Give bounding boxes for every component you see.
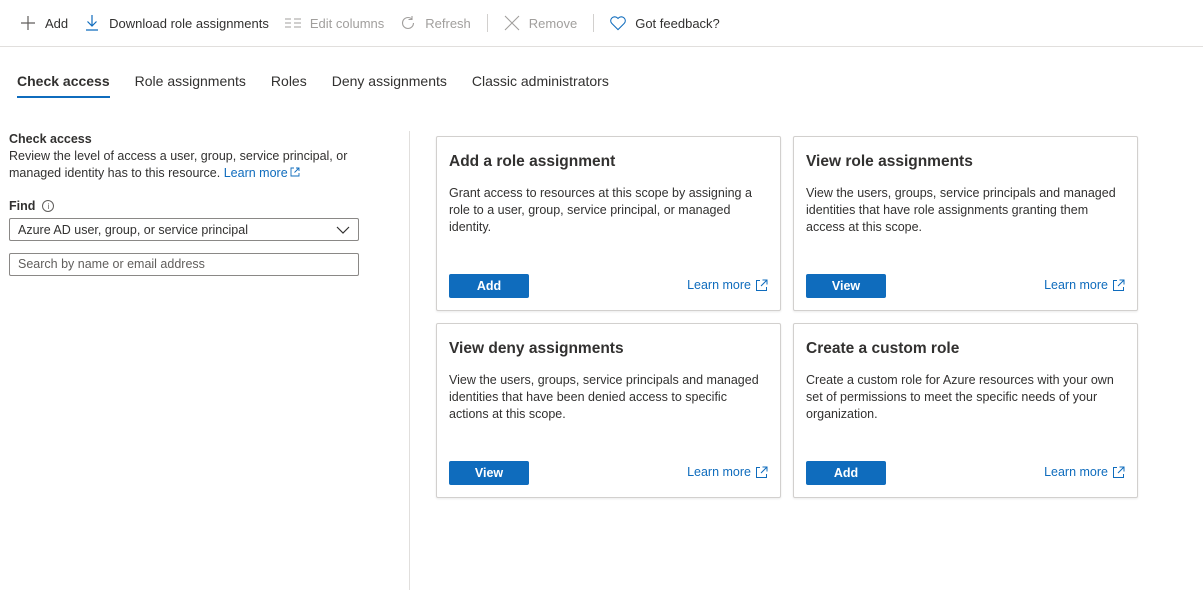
card-title: Add a role assignment (449, 153, 616, 170)
download-role-assignments-button[interactable]: Download role assignments (84, 8, 269, 38)
external-link-icon (1113, 466, 1125, 478)
feedback-label: Got feedback? (635, 15, 720, 31)
remove-button[interactable]: Remove (504, 8, 577, 38)
learn-more-link[interactable]: Learn more (224, 166, 300, 180)
card-title: View deny assignments (449, 340, 624, 357)
find-type-value: Azure AD user, group, or service princip… (18, 222, 248, 237)
refresh-label: Refresh (425, 15, 471, 31)
card-description: View the users, groups, service principa… (449, 373, 759, 421)
refresh-icon (400, 15, 416, 31)
edit-columns-button[interactable]: Edit columns (284, 8, 385, 38)
card-description: Create a custom role for Azure resources… (806, 373, 1114, 421)
card-title: Create a custom role (806, 340, 960, 357)
external-link-icon (756, 279, 768, 291)
learn-more-label: Learn more (687, 465, 751, 479)
learn-more-link[interactable]: Learn more (687, 278, 768, 292)
find-type-dropdown[interactable]: Azure AD user, group, or service princip… (9, 218, 359, 241)
check-access-description: Review the level of access a user, group… (9, 148, 359, 182)
tab-check-access[interactable]: Check access (17, 64, 110, 98)
chevron-down-icon (336, 226, 350, 234)
external-link-icon (290, 167, 300, 177)
tab-roles[interactable]: Roles (271, 64, 307, 98)
view-role-assignments-button[interactable]: View (806, 274, 886, 298)
check-access-panel: Check access Review the level of access … (9, 132, 359, 276)
toolbar-divider (593, 14, 595, 32)
close-icon (504, 15, 520, 31)
edit-columns-label: Edit columns (309, 15, 385, 31)
view-deny-assignments-button[interactable]: View (449, 461, 529, 485)
find-row: Find i (9, 199, 359, 213)
panel-divider (409, 131, 410, 590)
learn-more-link[interactable]: Learn more (687, 465, 768, 479)
card-view-role-assignments: View role assignments View the users, gr… (793, 136, 1138, 311)
command-bar: Add Download role assignments Edit colum… (0, 0, 1203, 47)
external-link-icon (756, 466, 768, 478)
plus-icon (20, 15, 36, 31)
remove-label: Remove (528, 15, 578, 31)
card-view-deny-assignments: View deny assignments View the users, gr… (436, 323, 781, 498)
edit-columns-icon (284, 15, 301, 31)
learn-more-link[interactable]: Learn more (1044, 465, 1125, 479)
toolbar-divider (486, 14, 488, 32)
tab-role-assignments[interactable]: Role assignments (135, 64, 246, 98)
feedback-button[interactable]: Got feedback? (610, 8, 720, 38)
tab-deny-assignments[interactable]: Deny assignments (332, 64, 447, 98)
learn-more-label: Learn more (1044, 278, 1108, 292)
learn-more-label: Learn more (1044, 465, 1108, 479)
card-create-custom-role: Create a custom role Create a custom rol… (793, 323, 1138, 498)
refresh-button[interactable]: Refresh (400, 8, 471, 38)
card-description: View the users, groups, service principa… (806, 186, 1116, 234)
heart-icon (610, 15, 627, 31)
find-label: Find (9, 199, 36, 213)
info-icon[interactable]: i (42, 200, 55, 212)
search-input[interactable]: Search by name or email address (9, 253, 359, 276)
download-icon (84, 15, 100, 31)
add-label: Add (45, 15, 69, 31)
learn-more-label: Learn more (687, 278, 751, 292)
check-access-title: Check access (9, 132, 92, 146)
add-button[interactable]: Add (20, 8, 68, 38)
add-role-assignment-button[interactable]: Add (449, 274, 529, 298)
download-label: Download role assignments (109, 15, 269, 31)
learn-more-label: Learn more (223, 166, 288, 180)
external-link-icon (1113, 279, 1125, 291)
learn-more-link[interactable]: Learn more (1044, 278, 1125, 292)
card-title: View role assignments (806, 153, 973, 170)
card-add-role-assignment: Add a role assignment Grant access to re… (436, 136, 781, 311)
create-custom-role-button[interactable]: Add (806, 461, 886, 485)
tab-bar: Check access Role assignments Roles Deny… (17, 64, 634, 100)
tab-classic-administrators[interactable]: Classic administrators (472, 64, 609, 98)
card-description: Grant access to resources at this scope … (449, 186, 752, 234)
